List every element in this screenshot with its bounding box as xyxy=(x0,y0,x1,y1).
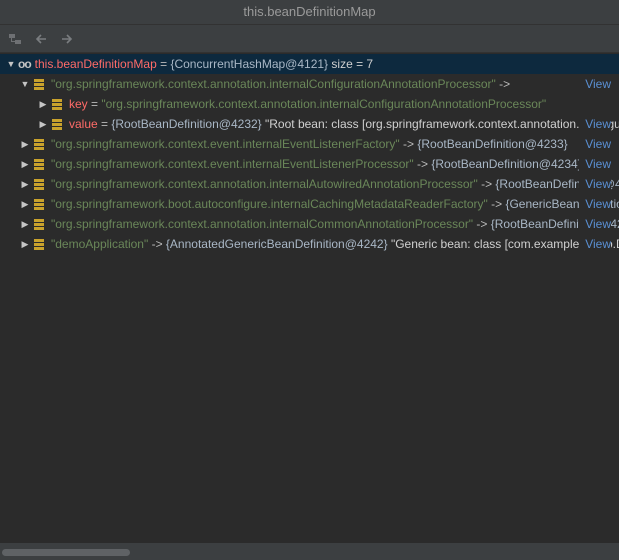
expand-right-icon[interactable]: ▶ xyxy=(36,94,50,114)
entry-key: "org.springframework.context.annotation.… xyxy=(51,77,496,91)
expand-down-icon[interactable]: ▼ xyxy=(18,74,32,94)
tree-row-entry[interactable]: ▼ "org.springframework.context.annotatio… xyxy=(0,74,619,94)
back-arrow-icon[interactable] xyxy=(30,28,52,50)
field-icon xyxy=(32,74,46,94)
entry-ref: {AnnotatedGenericBeanDefinition@4242} xyxy=(165,237,388,251)
view-link[interactable]: View xyxy=(579,214,611,234)
expand-right-icon[interactable]: ▶ xyxy=(18,194,32,214)
value-text: "Root bean: class [org.springframework.c… xyxy=(265,117,619,131)
tree-row-entry[interactable]: ▶ "demoApplication" -> {AnnotatedGeneric… xyxy=(0,234,619,254)
root-name: this.beanDefinitionMap xyxy=(34,57,157,71)
field-icon xyxy=(50,114,64,134)
horizontal-scrollbar[interactable] xyxy=(0,543,619,560)
field-icon xyxy=(32,134,46,154)
view-link[interactable]: View xyxy=(579,74,611,94)
expand-right-icon[interactable]: ▶ xyxy=(18,134,32,154)
view-link[interactable]: View xyxy=(579,154,611,174)
view-link[interactable]: View xyxy=(579,114,611,134)
value-ref: {RootBeanDefinition@4232} xyxy=(111,117,262,131)
expand-right-icon[interactable]: ▶ xyxy=(36,114,50,134)
entry-key: "org.springframework.context.annotation.… xyxy=(51,217,474,231)
forward-arrow-icon[interactable] xyxy=(56,28,78,50)
tree-row-entry[interactable]: ▶ "org.springframework.boot.autoconfigur… xyxy=(0,194,619,214)
entry-key: "demoApplication" xyxy=(51,237,149,251)
field-icon xyxy=(50,94,64,114)
tree-row-root[interactable]: ▼ oo this.beanDefinitionMap = {Concurren… xyxy=(0,54,619,74)
tree-row-value[interactable]: ▶ value = {RootBeanDefinition@4232} "Roo… xyxy=(0,114,619,134)
tree-row-entry[interactable]: ▶ "org.springframework.context.event.int… xyxy=(0,134,619,154)
expand-right-icon[interactable]: ▶ xyxy=(18,214,32,234)
field-icon xyxy=(32,154,46,174)
view-link[interactable]: View xyxy=(579,174,611,194)
expand-right-icon[interactable]: ▶ xyxy=(18,234,32,254)
tree-row-key[interactable]: ▶ key = "org.springframework.context.ann… xyxy=(0,94,619,114)
field-icon xyxy=(32,194,46,214)
toolbar xyxy=(0,25,619,53)
root-value: {ConcurrentHashMap@4121} xyxy=(170,57,329,71)
expand-down-icon[interactable]: ▼ xyxy=(4,54,18,74)
structure-icon[interactable] xyxy=(4,28,26,50)
window-title: this.beanDefinitionMap xyxy=(0,0,619,25)
scrollbar-thumb[interactable] xyxy=(2,549,130,556)
key-value: "org.springframework.context.annotation.… xyxy=(101,97,547,111)
view-link[interactable]: View xyxy=(579,234,611,254)
field-icon xyxy=(32,174,46,194)
expand-right-icon[interactable]: ▶ xyxy=(18,154,32,174)
tree-row-entry[interactable]: ▶ "org.springframework.context.event.int… xyxy=(0,154,619,174)
variables-tree[interactable]: ▼ oo this.beanDefinitionMap = {Concurren… xyxy=(0,53,619,543)
tree-row-entry[interactable]: ▶ "org.springframework.context.annotatio… xyxy=(0,174,619,194)
entry-key: "org.springframework.boot.autoconfigure.… xyxy=(51,197,488,211)
view-link[interactable]: View xyxy=(579,134,611,154)
field-icon xyxy=(32,234,46,254)
tree-row-entry[interactable]: ▶ "org.springframework.context.annotatio… xyxy=(0,214,619,234)
entry-key: "org.springframework.context.annotation.… xyxy=(51,177,478,191)
entry-ref: {RootBeanDefinition@4233} xyxy=(417,137,568,151)
entry-ref: {RootBeanDefinition@4234} xyxy=(431,157,582,171)
value-name: value xyxy=(69,117,98,131)
field-icon xyxy=(32,214,46,234)
watch-glasses-icon: oo xyxy=(18,57,32,71)
view-link[interactable]: View xyxy=(579,194,611,214)
entry-key: "org.springframework.context.event.inter… xyxy=(51,137,400,151)
key-name: key xyxy=(69,97,88,111)
entry-key: "org.springframework.context.event.inter… xyxy=(51,157,414,171)
root-size: size = 7 xyxy=(328,57,374,71)
expand-right-icon[interactable]: ▶ xyxy=(18,174,32,194)
